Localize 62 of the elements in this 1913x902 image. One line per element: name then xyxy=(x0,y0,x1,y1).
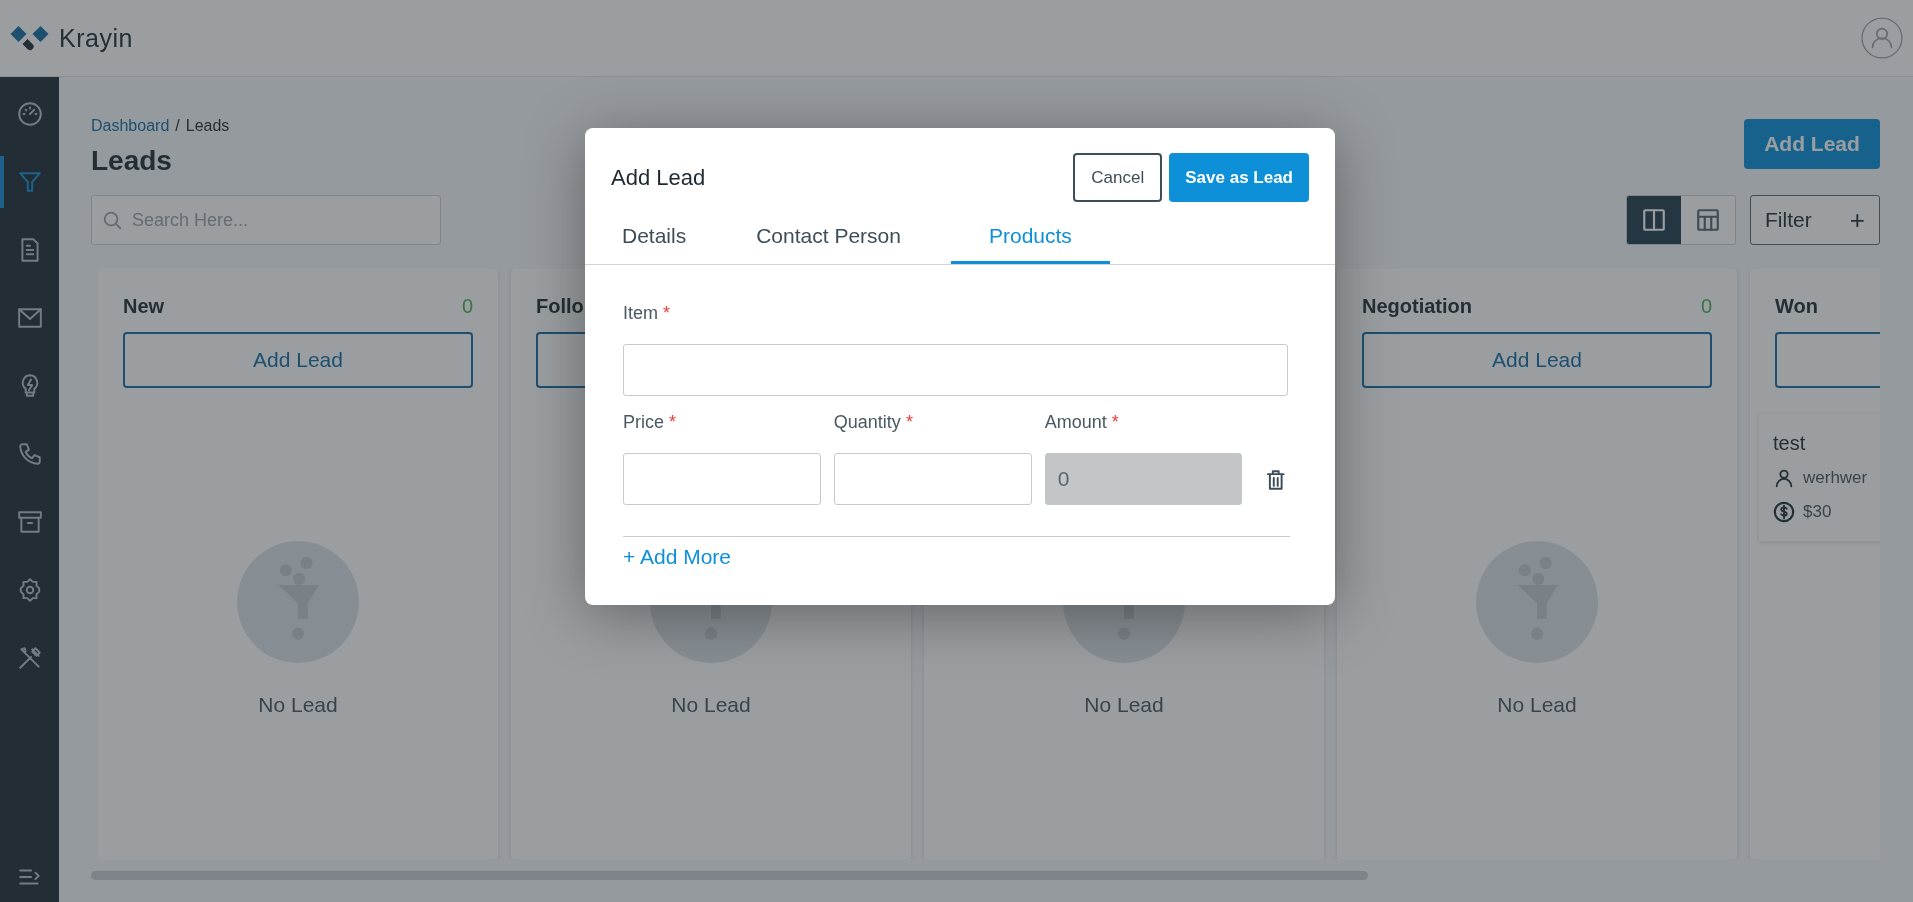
field-label: Amount xyxy=(1044,412,1107,433)
lead-title: test xyxy=(1773,432,1807,455)
empty-message: No Lead xyxy=(258,693,338,717)
lead-count: 0 xyxy=(1700,294,1712,318)
empty-message: No Lead xyxy=(1084,693,1164,717)
lead-person: werhwer xyxy=(1803,468,1868,488)
lead-count: 0 xyxy=(461,294,473,318)
lead-amount: $30 xyxy=(1803,502,1832,522)
logo-icon xyxy=(10,24,51,52)
empty-message: No Lead xyxy=(671,693,751,717)
add-lead-button[interactable]: Add Lead xyxy=(123,332,473,388)
view-toggle-button[interactable] xyxy=(1627,196,1681,244)
add-lead-button[interactable]: Add Lead xyxy=(1744,119,1880,169)
archive-icon[interactable] xyxy=(16,509,43,535)
stage-title: Follo xyxy=(536,294,584,318)
field-label: Item xyxy=(623,303,658,324)
scrollbar[interactable] xyxy=(91,871,1368,880)
breadcrumb-link[interactable]: Dashboard xyxy=(91,117,170,135)
funnel-icon[interactable] xyxy=(16,169,43,195)
stage-title: Won xyxy=(1775,294,1818,318)
gauge-icon[interactable] xyxy=(16,101,43,127)
add-lead-button[interactable]: Add Lead xyxy=(1362,332,1712,388)
dollar-icon xyxy=(1773,501,1795,523)
required-mark: * xyxy=(669,412,677,433)
breadcrumb-separator: / xyxy=(175,117,180,135)
search-icon xyxy=(101,209,123,231)
view-toggle-button[interactable] xyxy=(1681,196,1735,244)
save-button[interactable]: Save as Lead xyxy=(1169,153,1309,202)
empty-message: No Lead xyxy=(1497,693,1577,717)
tab[interactable]: Details xyxy=(602,216,707,264)
columns-icon xyxy=(1641,207,1667,233)
tab[interactable]: Products xyxy=(950,216,1110,264)
empty-funnel-icon xyxy=(1476,541,1598,663)
cancel-button[interactable]: Cancel xyxy=(1073,153,1163,202)
required-mark: * xyxy=(1111,412,1119,433)
active-indicator xyxy=(0,156,4,208)
mail-icon[interactable] xyxy=(16,305,43,331)
plus-icon: + xyxy=(1849,207,1865,233)
input-field[interactable] xyxy=(623,453,821,505)
logo-text: Krayin xyxy=(59,23,133,53)
field-label: Price xyxy=(623,412,664,433)
breadcrumb-current: Leads xyxy=(185,117,230,135)
input-field[interactable] xyxy=(833,453,1032,505)
required-mark: * xyxy=(905,412,913,433)
person-icon xyxy=(1773,467,1795,489)
field-label: Quantity xyxy=(833,412,901,433)
lead-card[interactable]: test werhwer $30 xyxy=(1759,414,1880,541)
add-more-link[interactable]: + Add More xyxy=(623,545,731,569)
stage-title: Negotiation xyxy=(1362,294,1472,318)
page-title: Leads xyxy=(91,145,173,177)
tools-icon[interactable] xyxy=(16,645,43,671)
filter-button[interactable]: Filter + xyxy=(1750,195,1880,245)
input-field[interactable] xyxy=(623,344,1288,396)
required-mark: * xyxy=(663,303,671,324)
filter-label: Filter xyxy=(1765,208,1812,232)
stage-title: New xyxy=(123,294,165,318)
avatar-icon[interactable] xyxy=(1861,17,1903,59)
modal-title: Add Lead xyxy=(611,164,706,191)
tab[interactable]: Contact Person xyxy=(736,216,921,264)
phone-icon[interactable] xyxy=(16,441,43,467)
empty-funnel-icon xyxy=(237,541,359,663)
table-icon xyxy=(1695,207,1721,233)
